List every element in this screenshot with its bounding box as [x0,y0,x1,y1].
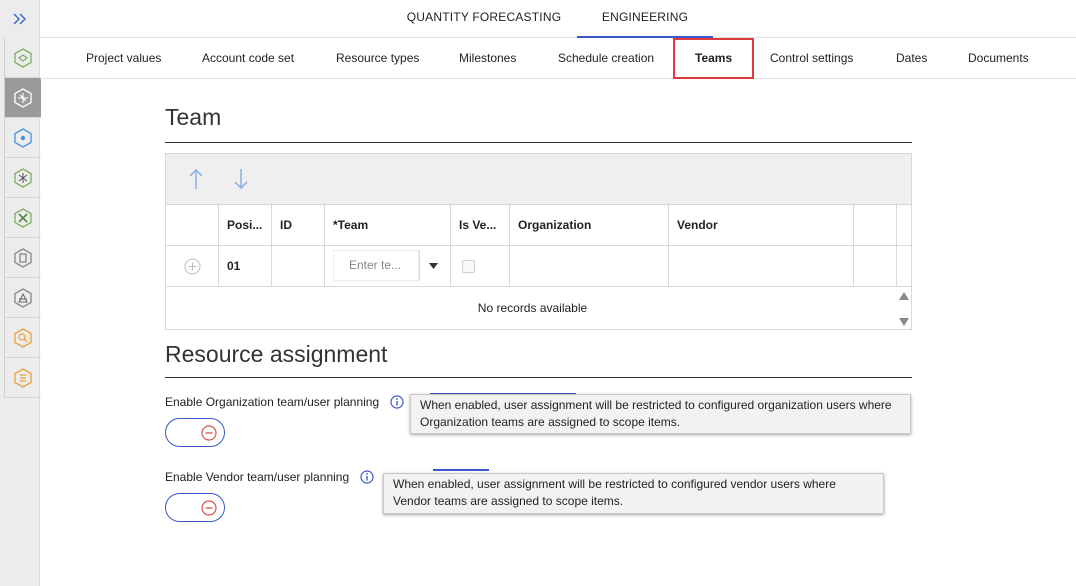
expand-icon[interactable] [0,0,40,38]
org-planning-label: Enable Organization team/user planning [165,395,380,409]
header-scroll-gutter [897,205,911,246]
scroll-gutter-cell [897,246,911,287]
vendor-planning-toggle[interactable] [165,493,225,522]
vendor-tooltip-line-1: When enabled, user assignment will be re… [393,477,836,491]
no-records-message: No records available [477,301,588,315]
is-vendor-cell [451,246,510,287]
grid-header: Posi... ID *Team Is Ve... Organization V… [166,205,911,246]
tab-resource-types[interactable]: Resource types [336,38,419,79]
team-cell: Enter te... [325,246,451,287]
sub-tab-bar: Project values Account code set Resource… [40,38,1076,79]
resource-section-title: Resource assignment [165,341,388,367]
team-input[interactable]: Enter te... [333,250,419,281]
vendor-tooltip-line-2: Vendor teams are assigned to scope items… [393,494,624,508]
org-planning-toggle[interactable] [165,418,225,447]
vendor-info-icon[interactable] [360,470,374,484]
move-down-icon[interactable] [229,166,253,192]
add-circle-icon[interactable] [184,258,201,275]
tab-dates[interactable]: Dates [896,38,927,79]
position-cell: 01 [219,246,272,287]
header-is-vendor[interactable]: Is Ve... [451,205,510,246]
toggle-off-icon [201,500,217,516]
tab-teams[interactable]: Teams [673,38,755,79]
org-tooltip: When enabled, user assignment will be re… [410,394,911,434]
header-position[interactable]: Posi... [219,205,272,246]
grid-toolbar [166,154,911,205]
resource-section-divider [165,377,912,378]
move-up-icon[interactable] [184,166,208,192]
header-spacer [166,205,219,246]
org-tooltip-line-1: When enabled, user assignment will be re… [420,398,892,412]
team-section-divider [165,142,912,143]
header-team[interactable]: *Team [325,205,451,246]
table-row: 01 Enter te... [166,246,911,287]
team-section-title: Team [165,104,222,130]
header-vendor[interactable]: Vendor [669,205,854,246]
left-rail [0,0,41,586]
top-tab-bar: QUANTITY FORECASTING ENGINEERING [40,0,1076,38]
list-icon[interactable] [5,358,41,398]
is-vendor-checkbox[interactable] [462,260,475,273]
tab-control-settings[interactable]: Control settings [770,38,853,79]
measure-icon[interactable] [5,278,41,318]
tab-milestones[interactable]: Milestones [459,38,516,79]
tab-quantity-forecasting[interactable]: QUANTITY FORECASTING [391,0,577,38]
vendor-planning-label: Enable Vendor team/user planning [165,470,350,484]
id-cell [272,246,325,287]
org-info-icon[interactable] [390,395,404,409]
tools-icon[interactable] [5,198,41,238]
organization-cell[interactable] [510,246,669,287]
scroll-down-icon[interactable] [898,316,910,328]
obscured-underline-2 [433,469,489,471]
org-tooltip-line-2: Organization teams are assigned to scope… [420,415,681,429]
project-icon[interactable] [5,38,41,78]
header-actions [854,205,897,246]
actions-cell [854,246,897,287]
hub-icon[interactable] [5,118,41,158]
toggle-off-icon [201,425,217,441]
scroll-up-icon[interactable] [898,290,910,302]
vendor-cell[interactable] [669,246,854,287]
document-icon[interactable] [5,238,41,278]
tab-documents[interactable]: Documents [968,38,1029,79]
chevron-down-icon[interactable] [419,250,447,281]
tab-account-code-set[interactable]: Account code set [202,38,294,79]
schedule-icon[interactable] [5,78,41,118]
team-grid: Posi... ID *Team Is Ve... Organization V… [165,153,912,330]
tab-engineering[interactable]: ENGINEERING [577,0,713,38]
tab-project-values[interactable]: Project values [86,38,161,79]
search-icon[interactable] [5,318,41,358]
add-row-cell [166,246,219,287]
tab-schedule-creation[interactable]: Schedule creation [558,38,654,79]
header-organization[interactable]: Organization [510,205,669,246]
vendor-tooltip: When enabled, user assignment will be re… [383,473,884,514]
header-id[interactable]: ID [272,205,325,246]
network-icon[interactable] [5,158,41,198]
